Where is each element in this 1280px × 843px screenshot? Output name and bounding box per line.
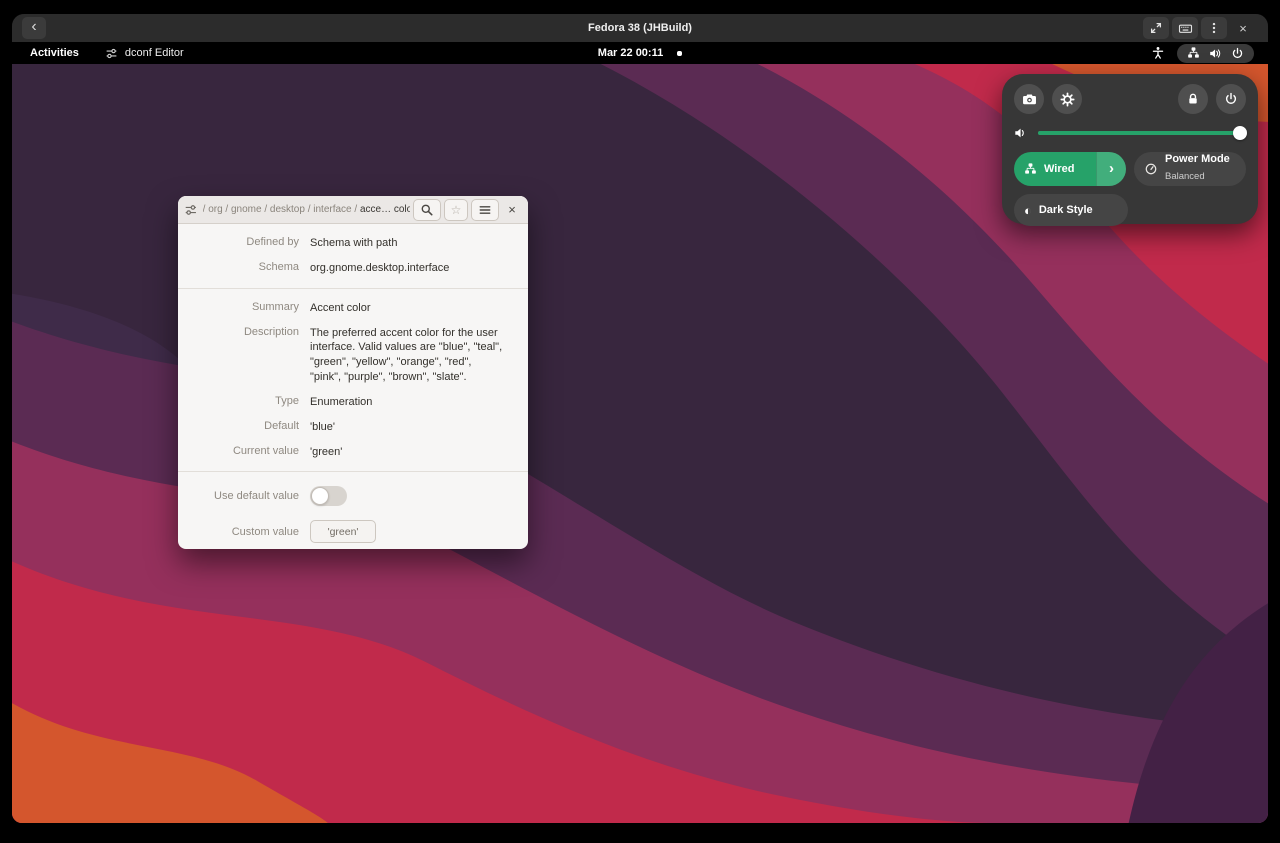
volume-icon	[1209, 47, 1222, 60]
vm-window-title: Fedora 38 (JHBuild)	[12, 22, 1268, 34]
breadcrumb-path: / org / gnome / desktop / interface /	[203, 204, 360, 215]
use-default-toggle[interactable]	[310, 486, 347, 506]
power-mode-icon	[1144, 162, 1158, 176]
vm-fullscreen-button[interactable]	[1143, 17, 1169, 39]
dconf-close-button[interactable]: ×	[502, 199, 522, 221]
vm-menu-button[interactable]	[1201, 17, 1227, 39]
activities-button[interactable]: Activities	[30, 47, 79, 59]
vm-window: ‹ Fedora 38 (JHBuild)	[12, 14, 1268, 823]
fullscreen-icon	[1149, 21, 1163, 35]
power-button[interactable]	[1216, 84, 1246, 114]
dark-style-tile[interactable]: ◐ Dark Style	[1014, 194, 1128, 226]
speaker-icon	[1014, 126, 1028, 140]
camera-icon	[1022, 92, 1037, 107]
toggle-knob	[311, 487, 329, 505]
gnome-top-bar: Activities dconf Editor Mar 22 00:11	[12, 42, 1268, 64]
lock-button[interactable]	[1178, 84, 1208, 114]
breadcrumb-key: acce… color	[360, 204, 410, 215]
wired-network-icon	[1024, 163, 1037, 176]
close-icon: ×	[1239, 21, 1247, 36]
row-summary: Summary Accent color	[178, 296, 528, 321]
wired-network-icon	[1187, 47, 1200, 60]
row-defined-by: Defined by Schema with path	[178, 231, 528, 256]
chevron-right-icon: ›	[1109, 160, 1114, 177]
row-schema: Schema org.gnome.desktop.interface	[178, 256, 528, 281]
vm-close-button[interactable]: ×	[1230, 17, 1256, 39]
vm-keyboard-button[interactable]	[1172, 17, 1198, 39]
wired-network-tile[interactable]: Wired ›	[1014, 152, 1126, 186]
keyboard-icon	[1178, 21, 1193, 36]
gear-icon	[1060, 92, 1075, 107]
power-icon	[1224, 92, 1238, 106]
dark-style-icon: ◐	[1024, 204, 1032, 217]
row-current-value: Current value 'green'	[178, 440, 528, 465]
vm-back-button[interactable]: ‹	[22, 17, 46, 39]
search-button[interactable]	[413, 199, 441, 221]
breadcrumb[interactable]: / org / gnome / desktop / interface / ac…	[203, 204, 410, 215]
app-menu-button[interactable]: dconf Editor	[105, 47, 184, 60]
wired-expand-button[interactable]: ›	[1096, 152, 1126, 186]
dconf-editor-window: / org / gnome / desktop / interface / ac…	[178, 196, 528, 549]
quick-settings-panel: Wired › Power Mode Balanced	[1002, 74, 1258, 224]
accessibility-icon[interactable]	[1151, 46, 1165, 60]
power-mode-tile[interactable]: Power Mode Balanced	[1134, 152, 1246, 186]
lock-icon	[1186, 92, 1200, 106]
star-icon: ☆	[451, 203, 462, 217]
power-icon	[1231, 47, 1244, 60]
vm-titlebar: ‹ Fedora 38 (JHBuild)	[12, 14, 1268, 42]
dconf-icon	[184, 203, 198, 217]
notification-dot-icon	[677, 51, 682, 56]
volume-fill	[1038, 131, 1240, 135]
hamburger-menu-button[interactable]	[471, 199, 499, 221]
row-type: Type Enumeration	[178, 390, 528, 415]
search-icon	[420, 203, 434, 217]
row-custom-value: Custom value 'green'	[178, 513, 528, 549]
custom-value-dropdown[interactable]: 'green'	[310, 520, 376, 543]
hamburger-icon	[478, 203, 492, 217]
settings-button[interactable]	[1052, 84, 1082, 114]
row-description: Description The preferred accent color f…	[178, 321, 528, 390]
volume-knob[interactable]	[1233, 126, 1247, 140]
screenshot-button[interactable]	[1014, 84, 1044, 114]
kebab-menu-icon	[1207, 21, 1221, 35]
back-chevron-icon: ‹	[31, 19, 36, 35]
dconf-headerbar: / org / gnome / desktop / interface / ac…	[178, 196, 528, 224]
volume-slider[interactable]	[1038, 131, 1246, 135]
screen: ‹ Fedora 38 (JHBuild)	[0, 0, 1280, 843]
row-use-default: Use default value	[178, 479, 528, 513]
system-status-area[interactable]	[1177, 44, 1254, 63]
row-default: Default 'blue'	[178, 415, 528, 440]
app-menu-label: dconf Editor	[125, 47, 184, 59]
close-icon: ×	[508, 202, 516, 217]
clock[interactable]: Mar 22 00:11	[598, 47, 663, 59]
bookmark-button[interactable]: ☆	[444, 199, 468, 221]
dconf-key-details: Defined by Schema with path Schema org.g…	[178, 224, 528, 549]
dconf-app-icon	[105, 47, 118, 60]
